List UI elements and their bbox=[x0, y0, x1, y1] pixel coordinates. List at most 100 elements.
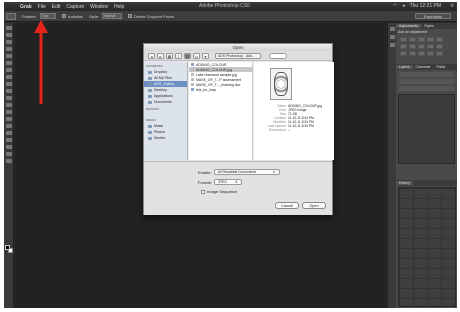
posterize-icon[interactable] bbox=[409, 51, 416, 56]
exposure-icon[interactable] bbox=[427, 37, 434, 42]
eyedropper-tool-icon[interactable] bbox=[5, 61, 12, 65]
spotlight-search-icon[interactable]: ⌕ bbox=[451, 3, 454, 10]
format-select[interactable]: JPEG ⇕ bbox=[213, 179, 242, 185]
brush-tool-icon[interactable] bbox=[5, 75, 12, 79]
arrange-button[interactable]: ▾ bbox=[202, 52, 209, 59]
invert-icon[interactable] bbox=[400, 51, 407, 56]
history-panel-icon[interactable] bbox=[389, 27, 395, 31]
antialias-checkbox[interactable] bbox=[61, 14, 66, 19]
photo-filter-icon[interactable] bbox=[427, 44, 434, 49]
channel-mixer-icon[interactable] bbox=[436, 44, 443, 49]
list-view-button[interactable]: ≡ bbox=[175, 52, 182, 59]
lasso-tool-icon[interactable] bbox=[5, 40, 12, 44]
workspace-switcher[interactable]: Essentials bbox=[415, 13, 451, 19]
volume-icon[interactable]: ◂ bbox=[402, 3, 405, 9]
eraser-tool-icon[interactable] bbox=[5, 96, 12, 100]
move-tool-icon[interactable] bbox=[5, 26, 12, 30]
menu-file[interactable]: File bbox=[38, 4, 46, 10]
zoom-tool-icon[interactable] bbox=[5, 159, 12, 163]
blend-mode-row[interactable] bbox=[399, 79, 454, 84]
finder-sidebar: FAVORITES Dropbox All My Files ADS_Galle… bbox=[144, 62, 188, 160]
levels-icon[interactable] bbox=[409, 37, 416, 42]
clock[interactable]: Thu 12:21 PM bbox=[410, 3, 441, 9]
color-balance-icon[interactable] bbox=[409, 44, 416, 49]
cancel-button[interactable]: Cancel bbox=[275, 202, 299, 209]
delete-cropped-label: Delete Cropped Pixels bbox=[134, 13, 174, 19]
blur-tool-icon[interactable] bbox=[5, 110, 12, 114]
gradient-map-icon[interactable] bbox=[427, 51, 434, 56]
marquee-tool-icon[interactable] bbox=[5, 33, 12, 37]
layers-list[interactable] bbox=[398, 94, 455, 164]
crop-tool-icon[interactable] bbox=[5, 54, 12, 58]
feather-label: Feather: bbox=[22, 13, 37, 19]
tool-preset-picker[interactable] bbox=[6, 12, 16, 20]
pen-tool-icon[interactable] bbox=[5, 124, 12, 128]
menu-capture[interactable]: Capture bbox=[66, 4, 84, 10]
file-item[interactable]: this_for_leap bbox=[189, 87, 252, 92]
feather-field[interactable]: 0 px bbox=[39, 13, 56, 19]
curves-icon[interactable] bbox=[418, 37, 425, 42]
tab-paths[interactable]: Paths bbox=[433, 65, 448, 69]
photos-icon bbox=[148, 130, 152, 134]
layer-filter-row[interactable] bbox=[399, 72, 454, 77]
antialias-option[interactable]: Antialias bbox=[61, 14, 83, 19]
delete-cropped-checkbox[interactable] bbox=[128, 14, 133, 19]
info-key: Dimensions bbox=[268, 128, 286, 132]
info-row: Dimensions -- bbox=[256, 128, 332, 132]
folder-icon bbox=[191, 63, 194, 66]
file-name: ADDING_COLOUR bbox=[196, 62, 227, 67]
menu-window[interactable]: Window bbox=[90, 4, 108, 10]
clone-stamp-tool-icon[interactable] bbox=[5, 82, 12, 86]
quick-select-tool-icon[interactable] bbox=[5, 47, 12, 51]
history-brush-tool-icon[interactable] bbox=[5, 89, 12, 93]
brightness-icon[interactable] bbox=[400, 37, 407, 42]
hand-tool-icon[interactable] bbox=[5, 152, 12, 156]
hue-saturation-icon[interactable] bbox=[400, 44, 407, 49]
open-button[interactable]: Open bbox=[302, 202, 326, 209]
window-title: Adobe Photoshop CS6 bbox=[199, 3, 250, 9]
black-white-icon[interactable] bbox=[418, 44, 425, 49]
image-sequence-label: Image Sequence bbox=[207, 189, 238, 194]
path-popup[interactable]: ADS Photoshop - Add... bbox=[215, 52, 261, 59]
menu-edit[interactable]: Edit bbox=[52, 4, 61, 10]
tab-layers[interactable]: Layers bbox=[396, 65, 413, 69]
image-sequence-row[interactable]: Image Sequence bbox=[201, 189, 237, 194]
file-name: this_for_leap bbox=[196, 87, 217, 92]
search-input[interactable] bbox=[269, 52, 287, 59]
sidebar-item-label: Applications bbox=[154, 94, 173, 98]
column-view-button[interactable]: ▥ bbox=[184, 52, 191, 59]
icon-view-button[interactable]: ▦ bbox=[166, 52, 173, 59]
healing-tool-icon[interactable] bbox=[5, 68, 12, 72]
image-sequence-checkbox[interactable] bbox=[201, 189, 205, 194]
dodge-tool-icon[interactable] bbox=[5, 117, 12, 121]
gradient-tool-icon[interactable] bbox=[5, 103, 12, 107]
type-tool-icon[interactable] bbox=[5, 131, 12, 135]
coverflow-view-button[interactable]: ▭ bbox=[193, 52, 200, 59]
delete-cropped-option[interactable]: Delete Cropped Pixels bbox=[128, 14, 174, 19]
vibrance-icon[interactable] bbox=[436, 37, 443, 42]
tab-styles[interactable]: Styles bbox=[421, 24, 437, 28]
enable-select[interactable]: All Readable Documents ⇕ bbox=[213, 169, 280, 175]
wifi-icon[interactable]: ◠ bbox=[393, 3, 397, 9]
menu-app[interactable]: Grab bbox=[20, 4, 32, 10]
image-file-icon bbox=[191, 73, 194, 76]
path-selection-tool-icon[interactable] bbox=[5, 138, 12, 142]
foreground-color-swatch[interactable] bbox=[5, 245, 10, 250]
info-panel-icon[interactable] bbox=[389, 43, 395, 47]
selective-color-icon[interactable] bbox=[436, 51, 443, 56]
tab-adjustments[interactable]: Adjustments bbox=[396, 24, 422, 28]
menu-help[interactable]: Help bbox=[114, 4, 124, 10]
shape-tool-icon[interactable] bbox=[5, 145, 12, 149]
back-button[interactable]: ◂ bbox=[148, 52, 155, 59]
threshold-icon[interactable] bbox=[418, 51, 425, 56]
tab-history[interactable]: History bbox=[396, 181, 413, 185]
style-select[interactable]: Normal bbox=[102, 13, 123, 19]
properties-panel-icon[interactable] bbox=[389, 35, 395, 39]
color-swatches[interactable] bbox=[5, 245, 13, 255]
sidebar-item-movies[interactable]: Movies bbox=[144, 135, 187, 141]
lock-row[interactable] bbox=[399, 86, 454, 91]
history-panel[interactable] bbox=[398, 187, 456, 307]
tab-channels[interactable]: Channels bbox=[413, 65, 434, 69]
preview-info: Name ADDING_COLOUR.jpg Kind JPEG image Siz… bbox=[256, 104, 332, 132]
forward-button[interactable]: ▸ bbox=[157, 52, 164, 59]
